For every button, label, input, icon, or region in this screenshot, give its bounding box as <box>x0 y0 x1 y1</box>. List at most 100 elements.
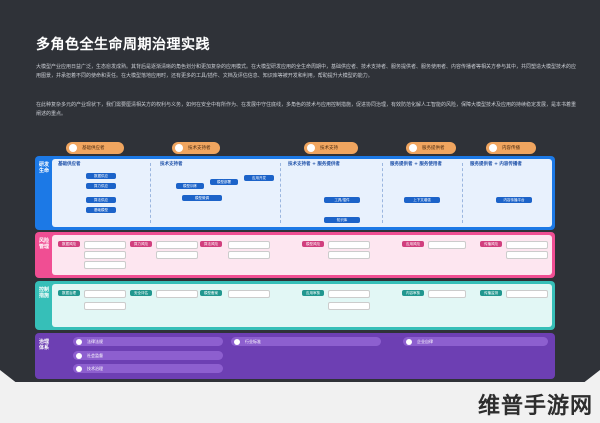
flow-node: 模型部署 <box>210 179 238 185</box>
risk-node: 传播风险 <box>480 241 502 247</box>
control-node: 传播监测 <box>480 290 502 296</box>
risk-detail <box>428 241 466 249</box>
flow-node: 基础模型 <box>86 207 116 213</box>
flow-node: 算法供应 <box>86 197 116 203</box>
control-band: 控制措施 数据治理 安全评估 模型备案 应用审核 内容审核 传播监测 <box>35 281 555 330</box>
governance-band: 治理体系 法律法规 行业标准 企业自律 社会监督 技术治理 <box>35 333 555 379</box>
phase-tab-label: 基础供应者 <box>82 146 105 151</box>
risk-detail <box>506 251 548 259</box>
flow-node: 知识库 <box>324 217 360 223</box>
column-divider <box>150 163 151 223</box>
control-node: 数据治理 <box>58 290 80 296</box>
column-divider <box>382 163 383 223</box>
risk-node: 算力风险 <box>130 241 152 247</box>
risk-detail <box>156 241 198 249</box>
phase-tab-label: 服务提供者 <box>422 146 445 151</box>
control-detail <box>506 290 548 298</box>
phase-tab: 服务提供者 <box>406 142 456 154</box>
column-divider <box>462 163 463 223</box>
governance-row: 企业自律 <box>403 337 548 346</box>
column-divider <box>280 163 281 223</box>
control-detail <box>84 290 126 298</box>
flow-node: 应用开发 <box>244 175 274 181</box>
governance-row: 行业标准 <box>231 337 381 346</box>
risk-band: 风险管理 数据风险 算力风险 算法风险 模型风险 应用风险 传播风险 <box>35 232 555 278</box>
column-head: 技术支持者 <box>160 162 183 167</box>
governance-label: 行业标准 <box>245 338 261 344</box>
column-head: 服务提供者 + 内容传播者 <box>470 162 522 167</box>
dot-icon <box>76 352 82 359</box>
phase-tab-label: 技术支持 <box>320 146 338 151</box>
risk-detail <box>84 261 126 269</box>
control-node: 安全评估 <box>130 290 152 296</box>
governance-label: 技术治理 <box>87 365 103 371</box>
poster: 多角色全生命周期治理实践 大模型产业应用日益广泛，生态愈发成熟。其背后是逐渐清晰… <box>0 0 600 423</box>
dot-icon <box>406 338 412 345</box>
flow-node: 工具/插件 <box>324 197 360 203</box>
phase-tab: 技术支持 <box>304 142 358 154</box>
band-label: 治理体系 <box>39 339 50 351</box>
phase-dot-icon <box>307 144 315 152</box>
risk-node: 模型风险 <box>302 241 324 247</box>
control-detail <box>328 290 370 298</box>
intro-paragraph-2: 在此种复杂多元的产业现状下，我们需要厘清相关方的权利与义务，如何在安全中有所作为… <box>36 102 577 117</box>
risk-detail <box>328 251 370 259</box>
control-detail <box>328 302 370 310</box>
control-node: 模型备案 <box>200 290 222 296</box>
flow-node: 上下文增强 <box>404 197 440 203</box>
risk-detail <box>84 251 126 259</box>
dot-icon <box>234 338 240 345</box>
column-head: 基础供应者 <box>58 162 81 167</box>
risk-detail <box>84 241 126 249</box>
column-head: 技术支持者 + 服务提供者 <box>288 162 340 167</box>
risk-node: 算法风险 <box>200 241 222 247</box>
control-node: 应用审核 <box>302 290 324 296</box>
dot-icon <box>76 365 82 372</box>
risk-detail <box>506 241 548 249</box>
flow-node: 算力供应 <box>86 183 116 189</box>
phase-dot-icon <box>409 144 417 152</box>
intro-paragraph-1: 大模型产业应用日益广泛，生态愈发成熟。其背后是逐渐清晰的角色划分和更加复杂的应用… <box>36 64 577 79</box>
flow-node: 模型微调 <box>182 195 222 201</box>
phase-tab-label: 技术支持者 <box>188 146 211 151</box>
dot-icon <box>76 338 82 345</box>
phase-dot-icon <box>175 144 183 152</box>
phase-tab: 技术支持者 <box>172 142 220 154</box>
page-title: 多角色全生命周期治理实践 <box>36 37 210 53</box>
flow-node: 数据供应 <box>86 173 116 179</box>
column-head: 服务提供者 + 服务使用者 <box>390 162 442 167</box>
phase-tab: 基础供应者 <box>66 142 124 154</box>
control-detail <box>428 290 466 298</box>
governance-row: 社会监督 <box>73 351 223 360</box>
risk-panel: 数据风险 算力风险 算法风险 模型风险 应用风险 传播风险 <box>52 235 552 275</box>
risk-detail <box>156 251 198 259</box>
band-label: 控制措施 <box>39 287 50 299</box>
control-detail <box>84 302 126 310</box>
risk-detail <box>228 251 270 259</box>
risk-node: 数据风险 <box>58 241 80 247</box>
phase-dot-icon <box>489 144 497 152</box>
lifecycle-panel: 基础供应者 技术支持者 技术支持者 + 服务提供者 服务提供者 + 服务使用者 … <box>52 159 552 227</box>
band-label: 研发生命 <box>39 162 50 174</box>
governance-row: 法律法规 <box>73 337 223 346</box>
governance-label: 企业自律 <box>417 338 433 344</box>
risk-node: 应用风险 <box>402 241 424 247</box>
phase-tab: 内容传播 <box>486 142 536 154</box>
control-panel: 数据治理 安全评估 模型备案 应用审核 内容审核 传播监测 <box>52 284 552 327</box>
phase-dot-icon <box>69 144 77 152</box>
band-label: 风险管理 <box>39 238 50 250</box>
watermark-text: 维普手游网 <box>478 394 594 419</box>
flow-node: 模型训练 <box>176 183 204 189</box>
flow-node: 内容传播平台 <box>496 197 532 203</box>
governance-label: 社会监督 <box>87 352 103 358</box>
phase-tab-label: 内容传播 <box>502 146 520 151</box>
control-node: 内容审核 <box>402 290 424 296</box>
control-detail <box>228 290 270 298</box>
phase-tabs: 基础供应者 技术支持者 技术支持 服务提供者 内容传播 <box>66 142 556 154</box>
risk-detail <box>328 241 370 249</box>
risk-detail <box>228 241 270 249</box>
control-detail <box>156 290 198 298</box>
lifecycle-band: 研发生命 基础供应者 技术支持者 技术支持者 + 服务提供者 服务提供者 + 服… <box>35 156 555 230</box>
governance-row: 技术治理 <box>73 364 223 373</box>
governance-label: 法律法规 <box>87 338 103 344</box>
